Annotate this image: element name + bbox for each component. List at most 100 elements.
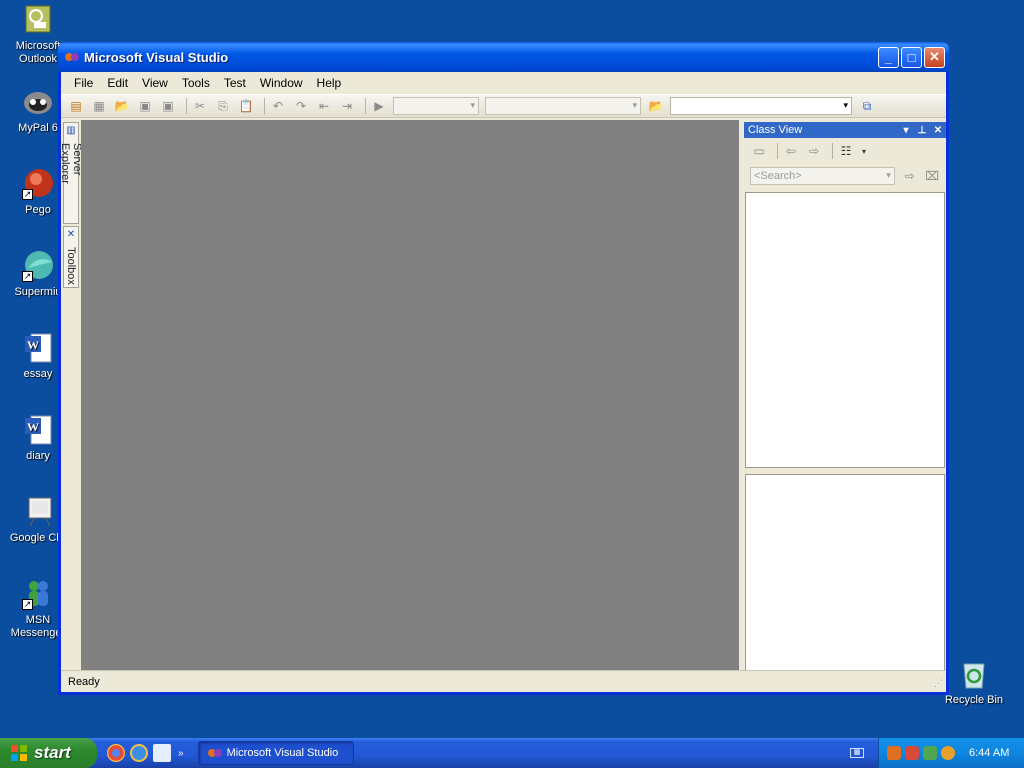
menu-edit[interactable]: Edit bbox=[100, 73, 135, 93]
tray-network-icon[interactable] bbox=[905, 746, 919, 760]
class-view-titlebar[interactable]: Class View ▾ ⊥ ✕ bbox=[744, 122, 946, 138]
back-arrow-icon[interactable]: ⇦ bbox=[782, 142, 800, 160]
class-view-toolbar: ▭ ⇦ ⇨ ☷ ▾ bbox=[744, 138, 946, 164]
svg-text:W: W bbox=[27, 338, 39, 352]
new-folder-icon[interactable]: ▭ bbox=[750, 142, 768, 160]
keyboard-language-icon[interactable]: ▦ bbox=[850, 748, 864, 758]
internet-explorer-icon[interactable] bbox=[130, 744, 148, 762]
cut-icon[interactable]: ✂ bbox=[191, 97, 209, 115]
open-file-icon[interactable]: 📂 bbox=[113, 97, 131, 115]
taskbar: start » Microsoft Visual Studio ▦ 6:44 A… bbox=[0, 738, 1024, 768]
standard-toolbar: ▤ ▦ 📂 ▣ ▣ ✂ ⎘ 📋 ↶ ↷ ⇤ ⇥ ▶ 📂 ⧉ bbox=[61, 94, 946, 118]
tab-server-explorer[interactable]: ▥ Server Explorer bbox=[59, 122, 83, 224]
shortcut-arrow-icon: ↗ bbox=[22, 271, 33, 282]
menu-file[interactable]: File bbox=[67, 73, 100, 93]
tray-search-icon[interactable] bbox=[941, 746, 955, 760]
window-position-icon[interactable]: ▾ bbox=[898, 125, 914, 136]
left-dock-strip: ▥ Server Explorer ✕ Toolbox bbox=[59, 120, 83, 670]
window-client: File Edit View Tools Test Window Help ▤ … bbox=[59, 72, 946, 692]
tray-security-icon[interactable] bbox=[923, 746, 937, 760]
menu-view[interactable]: View bbox=[135, 73, 175, 93]
find-in-files-icon[interactable]: 📂 bbox=[647, 97, 665, 115]
recycle-bin-icon bbox=[958, 658, 990, 690]
new-project-icon[interactable]: ▤ bbox=[67, 97, 85, 115]
save-icon[interactable]: ▣ bbox=[136, 97, 154, 115]
windows-flag-icon bbox=[11, 745, 27, 761]
tab-label: Toolbox bbox=[65, 247, 77, 285]
add-item-icon[interactable]: ▦ bbox=[90, 97, 108, 115]
copy-icon[interactable]: ⎘ bbox=[214, 97, 232, 115]
window-title: Microsoft Visual Studio bbox=[84, 49, 229, 65]
server-explorer-icon: ▥ bbox=[66, 125, 76, 136]
menu-bar: File Edit View Tools Test Window Help bbox=[61, 72, 946, 94]
solution-explorer-icon[interactable]: ⧉ bbox=[858, 97, 876, 115]
class-view-title: Class View bbox=[748, 124, 803, 136]
class-view-search-row: <Search> ⇨ ⌧ bbox=[744, 164, 946, 188]
status-text: Ready bbox=[68, 675, 100, 688]
class-view-objects-pane[interactable] bbox=[745, 192, 945, 468]
pego-icon: ↗ bbox=[22, 168, 54, 200]
mypal-icon bbox=[22, 86, 54, 118]
toolbar-separator bbox=[777, 143, 778, 159]
settings-list-icon[interactable]: ☷ bbox=[837, 142, 855, 160]
tray-app-icon[interactable] bbox=[887, 746, 901, 760]
task-button-label: Microsoft Visual Studio bbox=[226, 747, 339, 759]
solution-platforms-combo[interactable] bbox=[485, 97, 641, 115]
close-panel-icon[interactable]: ✕ bbox=[930, 125, 946, 136]
visual-studio-icon bbox=[207, 749, 222, 757]
word-document-icon: W bbox=[22, 332, 54, 364]
maximize-button[interactable]: □ bbox=[901, 46, 922, 68]
auto-hide-pin-icon[interactable]: ⊥ bbox=[914, 125, 930, 136]
minimize-button[interactable]: _ bbox=[878, 46, 899, 68]
tab-label: Server Explorer bbox=[59, 143, 83, 184]
msn-messenger-icon: ↗ bbox=[22, 578, 54, 610]
word-document-icon: W bbox=[22, 414, 54, 446]
undo-icon[interactable]: ↶ bbox=[269, 97, 287, 115]
redo-icon[interactable]: ↷ bbox=[292, 97, 310, 115]
clock[interactable]: 6:44 AM bbox=[969, 747, 1009, 759]
quick-launch-more-icon[interactable]: » bbox=[178, 748, 184, 759]
window-titlebar[interactable]: Microsoft Visual Studio _ □ ✕ bbox=[58, 42, 949, 72]
tab-toolbox[interactable]: ✕ Toolbox bbox=[63, 226, 79, 288]
search-go-icon[interactable]: ⇨ bbox=[901, 167, 919, 185]
toolbar-separator bbox=[832, 143, 833, 159]
resize-grip-icon[interactable]: ⋰ bbox=[934, 678, 943, 689]
system-tray: 6:44 AM bbox=[878, 738, 1024, 768]
start-label: start bbox=[34, 743, 71, 762]
toolbox-icon: ✕ bbox=[66, 229, 76, 240]
start-debugging-icon[interactable]: ▶ bbox=[370, 97, 388, 115]
status-bar: Ready ⋰ bbox=[61, 670, 946, 692]
paste-icon[interactable]: 📋 bbox=[237, 97, 255, 115]
google-chrome-icon bbox=[22, 496, 54, 528]
supermium-icon: ↗ bbox=[22, 250, 54, 282]
chevron-down-icon[interactable]: ▾ bbox=[860, 142, 868, 160]
class-view-panel: Class View ▾ ⊥ ✕ ▭ ⇦ ⇨ ☷ ▾ <Search> ⇨ ⌧ bbox=[744, 122, 946, 672]
outlook-icon bbox=[22, 4, 54, 36]
toolbar-separator bbox=[186, 98, 187, 114]
start-button[interactable]: start bbox=[0, 738, 97, 768]
search-input[interactable]: <Search> bbox=[750, 167, 895, 185]
visual-studio-window: Microsoft Visual Studio _ □ ✕ File Edit … bbox=[58, 42, 949, 695]
chrome-quicklaunch-icon[interactable] bbox=[107, 744, 125, 762]
clear-search-icon[interactable]: ⌧ bbox=[923, 167, 941, 185]
close-button[interactable]: ✕ bbox=[924, 46, 945, 68]
taskbar-button-visual-studio[interactable]: Microsoft Visual Studio bbox=[197, 741, 354, 765]
shortcut-arrow-icon: ↗ bbox=[22, 189, 33, 200]
find-combo[interactable] bbox=[670, 97, 852, 115]
save-all-icon[interactable]: ▣ bbox=[159, 97, 177, 115]
navigate-forward-icon[interactable]: ⇥ bbox=[338, 97, 356, 115]
toolbar-separator bbox=[264, 98, 265, 114]
menu-help[interactable]: Help bbox=[310, 73, 349, 93]
shortcut-arrow-icon: ↗ bbox=[22, 599, 33, 610]
navigate-backward-icon[interactable]: ⇤ bbox=[315, 97, 333, 115]
solution-configurations-combo[interactable] bbox=[393, 97, 479, 115]
menu-test[interactable]: Test bbox=[217, 73, 253, 93]
class-view-members-pane[interactable] bbox=[745, 474, 945, 672]
show-desktop-icon[interactable] bbox=[153, 744, 171, 762]
desktop-icon-label: Recycle Bin bbox=[944, 694, 1004, 706]
editor-area[interactable] bbox=[81, 120, 739, 672]
menu-window[interactable]: Window bbox=[253, 73, 310, 93]
forward-arrow-icon[interactable]: ⇨ bbox=[805, 142, 823, 160]
visual-studio-icon bbox=[65, 53, 79, 61]
menu-tools[interactable]: Tools bbox=[175, 73, 217, 93]
